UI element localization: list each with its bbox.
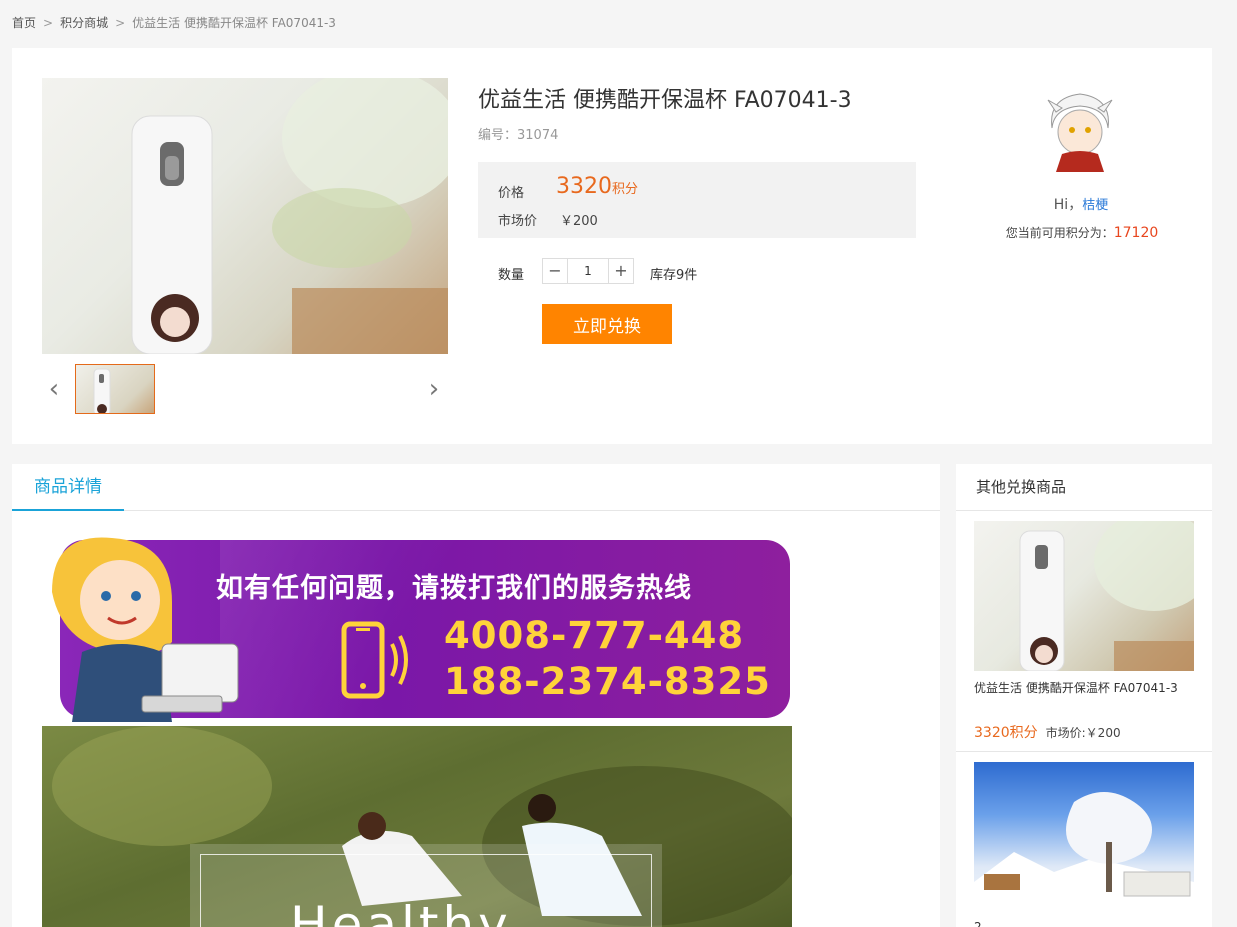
- stock-count: 库存9件: [650, 268, 698, 283]
- price-label: 价格: [498, 186, 525, 201]
- product-card: ‹ › 优益生活 便携酷开保温杯 FA07041-3 编号：31074 价格 3…: [12, 48, 1212, 444]
- sidebar-price-value: 3320积分: [974, 725, 1038, 741]
- breadcrumb-home-link[interactable]: 首页: [12, 16, 36, 30]
- customer-service-girl-icon: [52, 537, 239, 722]
- points-value: 17120: [1113, 225, 1159, 241]
- quantity-input[interactable]: [568, 259, 608, 283]
- sidebar-product-image[interactable]: [974, 521, 1194, 671]
- breadcrumb-mall-link[interactable]: 积分商城: [60, 16, 108, 30]
- user-greeting: Hi，桔梗: [1008, 194, 1154, 214]
- market-price-value: ￥200: [560, 214, 598, 229]
- sidebar-market-price: 市场价:￥200: [1045, 726, 1121, 740]
- hotline-number-1: 4008-777-448: [444, 614, 745, 657]
- price-box: 价格 3320积分 市场价 ￥200: [478, 162, 916, 238]
- banner-text: 如有任何问题，请拨打我们的服务热线: [216, 573, 692, 604]
- price-value: 3320积分: [556, 174, 638, 199]
- points-label: 您当前可用积分为：: [1005, 226, 1114, 240]
- chevron-left-icon[interactable]: ‹: [42, 374, 66, 404]
- product-detail-panel: 商品详情 如有任何问题，请拨打我们的服务热线 4008-777-448 188-…: [12, 464, 940, 927]
- quantity-decrease-button[interactable]: −: [543, 259, 568, 283]
- quantity-stepper: − +: [542, 258, 634, 284]
- sidebar-product-name[interactable]: 优益生活 便携酷开保温杯 FA07041-3: [974, 679, 1194, 696]
- user-avatar[interactable]: [1042, 88, 1118, 176]
- price-unit: 积分: [612, 182, 639, 197]
- thumbnail-strip: ‹ ›: [42, 364, 448, 414]
- sidebar-title: 其他兑换商品: [956, 464, 1212, 511]
- product-title: 优益生活 便携酷开保温杯 FA07041-3: [478, 88, 852, 113]
- price-number: 3320: [556, 174, 612, 199]
- sidebar-product-name[interactable]: 2: [974, 920, 1194, 927]
- phone-icon: [341, 621, 408, 699]
- detail-tabbar: 商品详情: [12, 464, 940, 511]
- tab-product-details[interactable]: 商品详情: [12, 464, 124, 511]
- breadcrumb-current: 优益生活 便携酷开保温杯 FA07041-3: [132, 16, 336, 30]
- sidebar-product-image[interactable]: [974, 762, 1194, 912]
- redeem-button[interactable]: 立即兑换: [542, 304, 672, 344]
- greeting-text: Hi，: [1053, 197, 1083, 213]
- quantity-label: 数量: [498, 268, 525, 283]
- market-price-label: 市场价: [498, 214, 538, 229]
- breadcrumb-separator: >: [115, 16, 126, 30]
- quantity-increase-button[interactable]: +: [608, 259, 633, 283]
- user-points: 您当前可用积分为：17120: [982, 224, 1182, 241]
- service-hotline-banner: 如有任何问题，请拨打我们的服务热线 4008-777-448 188-2374-…: [42, 532, 802, 722]
- product-code: 编号：31074: [478, 128, 559, 143]
- photo-caption: Healthy: [290, 896, 512, 927]
- sidebar-divider: [956, 751, 1212, 752]
- product-lifestyle-photo: Healthy: [42, 726, 792, 927]
- product-main-image: [42, 78, 448, 354]
- product-thumbnail[interactable]: [75, 364, 155, 414]
- hotline-number-2: 188-2374-8325: [444, 660, 771, 703]
- sidebar-product-item[interactable]: 2: [974, 762, 1194, 927]
- chevron-right-icon[interactable]: ›: [422, 374, 446, 404]
- breadcrumb-separator: >: [43, 16, 54, 30]
- sidebar-product-item[interactable]: 优益生活 便携酷开保温杯 FA07041-3 3320积分 市场价:￥200: [974, 521, 1194, 742]
- breadcrumb: 首页 > 积分商城 > 优益生活 便携酷开保温杯 FA07041-3: [12, 14, 336, 31]
- sidebar-product-price: 3320积分 市场价:￥200: [974, 722, 1194, 742]
- other-products-sidebar: 其他兑换商品 优益生活 便携酷开保温杯 FA07041-3 3320积分 市场价:…: [956, 464, 1212, 927]
- username-link[interactable]: 桔梗: [1082, 198, 1108, 213]
